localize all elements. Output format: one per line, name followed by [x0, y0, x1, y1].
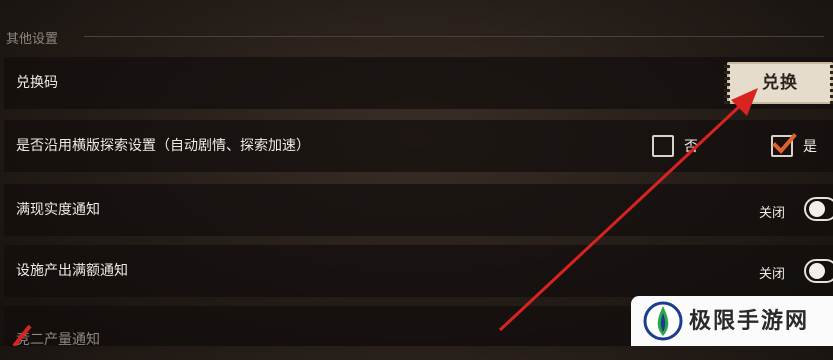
checkmark-icon — [772, 133, 797, 154]
facility-notice-toggle[interactable] — [804, 259, 833, 283]
horizontal-explore-row: 是否沿用横版探索设置（自动剧情、探索加速） — [4, 120, 833, 172]
realism-notice-row: 满现实度通知 — [4, 184, 833, 236]
partial-row-label: 竞二产量通知 — [16, 332, 100, 348]
watermark-text: 极限手游网 — [689, 308, 810, 334]
toggle-knob — [809, 263, 825, 279]
redeem-code-label: 兑换码 — [16, 75, 58, 91]
facility-notice-row: 设施产出满额通知 — [4, 245, 833, 297]
redeem-button[interactable]: 兑换 — [724, 62, 833, 104]
realism-notice-label: 满现实度通知 — [16, 202, 100, 218]
option-no-label: 否 — [684, 139, 698, 155]
realism-notice-toggle[interactable] — [804, 197, 833, 221]
watermark: 极限手游网 — [631, 296, 833, 346]
option-no-checkbox[interactable] — [652, 135, 674, 157]
realism-notice-state: 关闭 — [759, 206, 786, 221]
toggle-knob — [809, 201, 825, 217]
facility-notice-state: 关闭 — [759, 267, 786, 282]
horizontal-explore-label: 是否沿用横版探索设置（自动剧情、探索加速） — [16, 138, 310, 154]
section-divider — [84, 36, 824, 37]
redeem-code-row: 兑换码 — [4, 57, 833, 109]
section-title: 其他设置 — [6, 32, 59, 47]
redeem-button-label: 兑换 — [762, 73, 798, 93]
option-yes-checkbox[interactable] — [771, 133, 797, 157]
facility-notice-label: 设施产出满额通知 — [16, 263, 128, 279]
option-yes-label: 是 — [803, 139, 817, 155]
jixian-logo-icon — [643, 301, 683, 341]
